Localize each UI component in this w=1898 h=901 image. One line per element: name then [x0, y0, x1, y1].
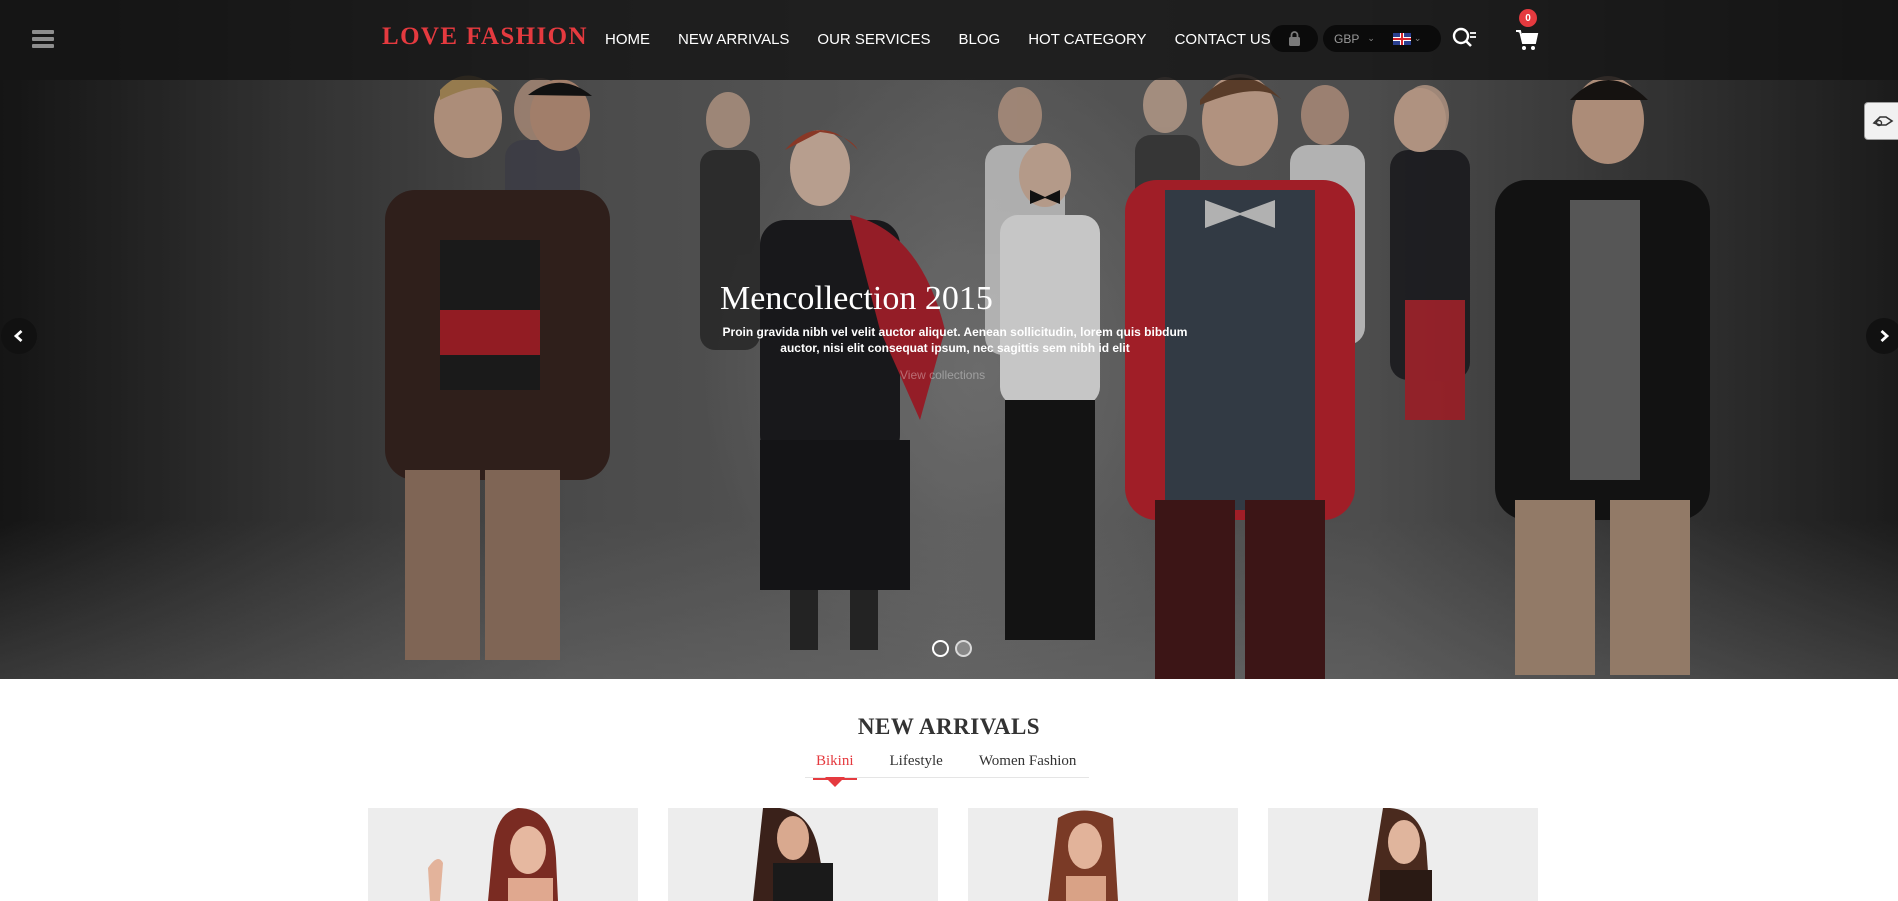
slider-dot-2[interactable] — [955, 640, 972, 657]
tab-lifestyle-label: Lifestyle — [889, 753, 943, 769]
tab-women-fashion[interactable]: Women Fashion — [979, 750, 1077, 777]
slider-next-button[interactable] — [1866, 318, 1898, 354]
tab-bikini-label: Bikini — [816, 753, 854, 769]
product-card[interactable] — [1268, 808, 1538, 901]
view-collections-link[interactable]: View collections — [900, 368, 985, 382]
nav-blog[interactable]: BLOG — [959, 31, 1001, 48]
new-arrivals-title: NEW ARRIVALS — [857, 714, 1041, 739]
slide-title: Mencollection 2015 — [720, 280, 993, 317]
tab-bikini[interactable]: Bikini — [812, 750, 857, 787]
chevron-right-icon — [1880, 329, 1890, 343]
new-arrivals-tabs: Bikini Lifestyle Women Fashion — [805, 750, 1089, 787]
login-button[interactable] — [1270, 25, 1318, 52]
settings-panel-toggle[interactable] — [1864, 102, 1898, 140]
cart-count-badge: 0 — [1519, 9, 1537, 27]
active-tab-indicator — [824, 777, 845, 787]
slider-prev-button[interactable] — [1, 318, 37, 354]
chevron-left-icon — [13, 329, 23, 343]
product-image — [753, 808, 833, 901]
slide-description: Proin gravida nibh vel velit auctor aliq… — [722, 325, 1188, 355]
product-card[interactable] — [668, 808, 938, 901]
site-header: LOVE FASHION HOME NEW ARRIVALS OUR SERVI… — [0, 0, 1898, 80]
nav-home[interactable]: HOME — [605, 31, 650, 48]
uk-flag-icon[interactable] — [1392, 32, 1411, 45]
chevron-down-icon: ⌄ — [1413, 33, 1422, 43]
product-card[interactable] — [968, 808, 1238, 901]
product-image — [1048, 810, 1118, 901]
nav-hot-category[interactable]: HOT CATEGORY — [1028, 31, 1146, 48]
search-icon[interactable] — [1451, 26, 1477, 52]
main-nav: HOME NEW ARRIVALS OUR SERVICES BLOG HOT … — [605, 31, 1299, 48]
slider-dot-1[interactable] — [932, 640, 949, 657]
nav-contact-us[interactable]: CONTACT US — [1175, 31, 1271, 48]
nav-our-services[interactable]: OUR SERVICES — [817, 31, 930, 48]
site-logo[interactable]: LOVE FASHION — [382, 23, 588, 51]
chevron-down-icon: ⌄ — [1367, 33, 1375, 43]
currency-language-selector[interactable]: GBP ⌄ ⌄ — [1323, 25, 1441, 52]
currency-value[interactable]: GBP — [1334, 32, 1359, 46]
slider-pagination — [932, 640, 978, 657]
tab-lifestyle[interactable]: Lifestyle — [890, 750, 943, 777]
product-grid — [368, 808, 1568, 901]
product-image — [428, 808, 558, 901]
cart-icon[interactable] — [1515, 28, 1539, 52]
product-image — [1368, 808, 1432, 901]
lock-icon — [1288, 31, 1300, 46]
hamburger-menu-icon[interactable] — [0, 0, 85, 80]
settings-panel-icon — [1872, 116, 1893, 127]
product-card[interactable] — [368, 808, 638, 901]
nav-new-arrivals[interactable]: NEW ARRIVALS — [678, 31, 789, 48]
tab-women-fashion-label: Women Fashion — [978, 753, 1077, 769]
